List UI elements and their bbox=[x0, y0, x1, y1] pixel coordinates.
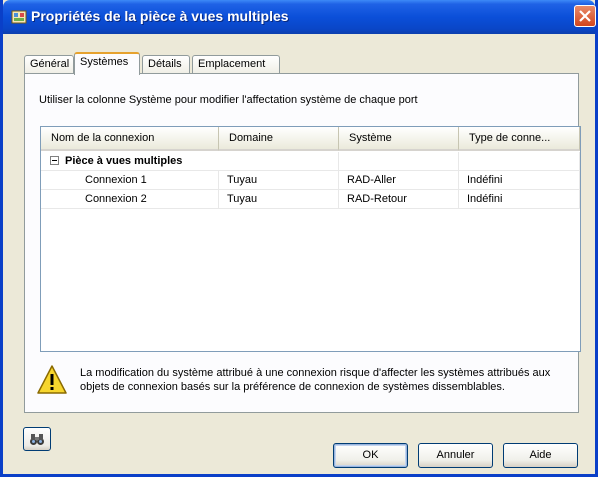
warning-triangle-icon bbox=[37, 365, 67, 394]
tab-label: Emplacement bbox=[198, 58, 266, 70]
connections-list[interactable]: Nom de la connexion Domaine Système Type… bbox=[40, 126, 581, 352]
connection-name-cell: Connexion 2 bbox=[41, 190, 219, 209]
connection-type-cell: Indéfini bbox=[459, 190, 580, 209]
tab-general[interactable]: Général bbox=[24, 55, 74, 73]
app-icon bbox=[11, 10, 27, 24]
column-header-system[interactable]: Système bbox=[339, 127, 459, 151]
column-header-domain[interactable]: Domaine bbox=[219, 127, 339, 151]
tab-systems[interactable]: Systèmes bbox=[74, 52, 140, 75]
cancel-button[interactable]: Annuler bbox=[418, 443, 493, 468]
close-button[interactable] bbox=[574, 5, 596, 27]
system-cell[interactable]: RAD-Aller bbox=[339, 171, 459, 190]
system-cell[interactable]: RAD-Retour bbox=[339, 190, 459, 209]
warning-text: La modification du système attribué à un… bbox=[80, 367, 551, 393]
column-header-connection-type[interactable]: Type de conne... bbox=[459, 127, 580, 151]
group-row[interactable]: Pièce à vues multiples bbox=[41, 152, 580, 171]
close-icon bbox=[579, 10, 591, 22]
warning-message: La modification du système attribué à un… bbox=[36, 364, 571, 409]
tab-location[interactable]: Emplacement bbox=[192, 55, 280, 73]
group-cell-empty bbox=[459, 152, 580, 171]
connection-type-cell: Indéfini bbox=[459, 171, 580, 190]
binoculars-icon bbox=[30, 434, 44, 445]
window-title: Propriétés de la pièce à vues multiples bbox=[31, 8, 289, 24]
tab-label: Systèmes bbox=[80, 56, 129, 68]
domain-cell: Tuyau bbox=[219, 190, 339, 209]
properties-dialog: Propriétés de la pièce à vues multiples … bbox=[0, 0, 598, 477]
connection-name-cell: Connexion 1 bbox=[41, 171, 219, 190]
instruction-text: Utiliser la colonne Système pour modifie… bbox=[39, 94, 418, 106]
collapse-icon[interactable] bbox=[50, 156, 59, 165]
domain-cell: Tuyau bbox=[219, 171, 339, 190]
title-bar[interactable]: Propriétés de la pièce à vues multiples bbox=[3, 0, 596, 34]
tab-details[interactable]: Détails bbox=[142, 55, 190, 73]
list-header: Nom de la connexion Domaine Système Type… bbox=[41, 127, 580, 151]
tab-label: Détails bbox=[148, 58, 182, 70]
group-label: Pièce à vues multiples bbox=[65, 155, 183, 167]
object-viewer-button[interactable] bbox=[23, 427, 51, 451]
table-row[interactable]: Connexion 1 Tuyau RAD-Aller Indéfini bbox=[41, 171, 580, 190]
ok-button[interactable]: OK bbox=[333, 443, 408, 468]
table-row[interactable]: Connexion 2 Tuyau RAD-Retour Indéfini bbox=[41, 190, 580, 209]
tab-label: Général bbox=[30, 58, 70, 70]
column-header-connection-name[interactable]: Nom de la connexion bbox=[41, 127, 219, 151]
help-button[interactable]: Aide bbox=[503, 443, 578, 468]
group-cell: Pièce à vues multiples bbox=[41, 152, 339, 171]
systems-tab-panel: Utiliser la colonne Système pour modifie… bbox=[24, 73, 581, 413]
group-cell-empty bbox=[339, 152, 459, 171]
